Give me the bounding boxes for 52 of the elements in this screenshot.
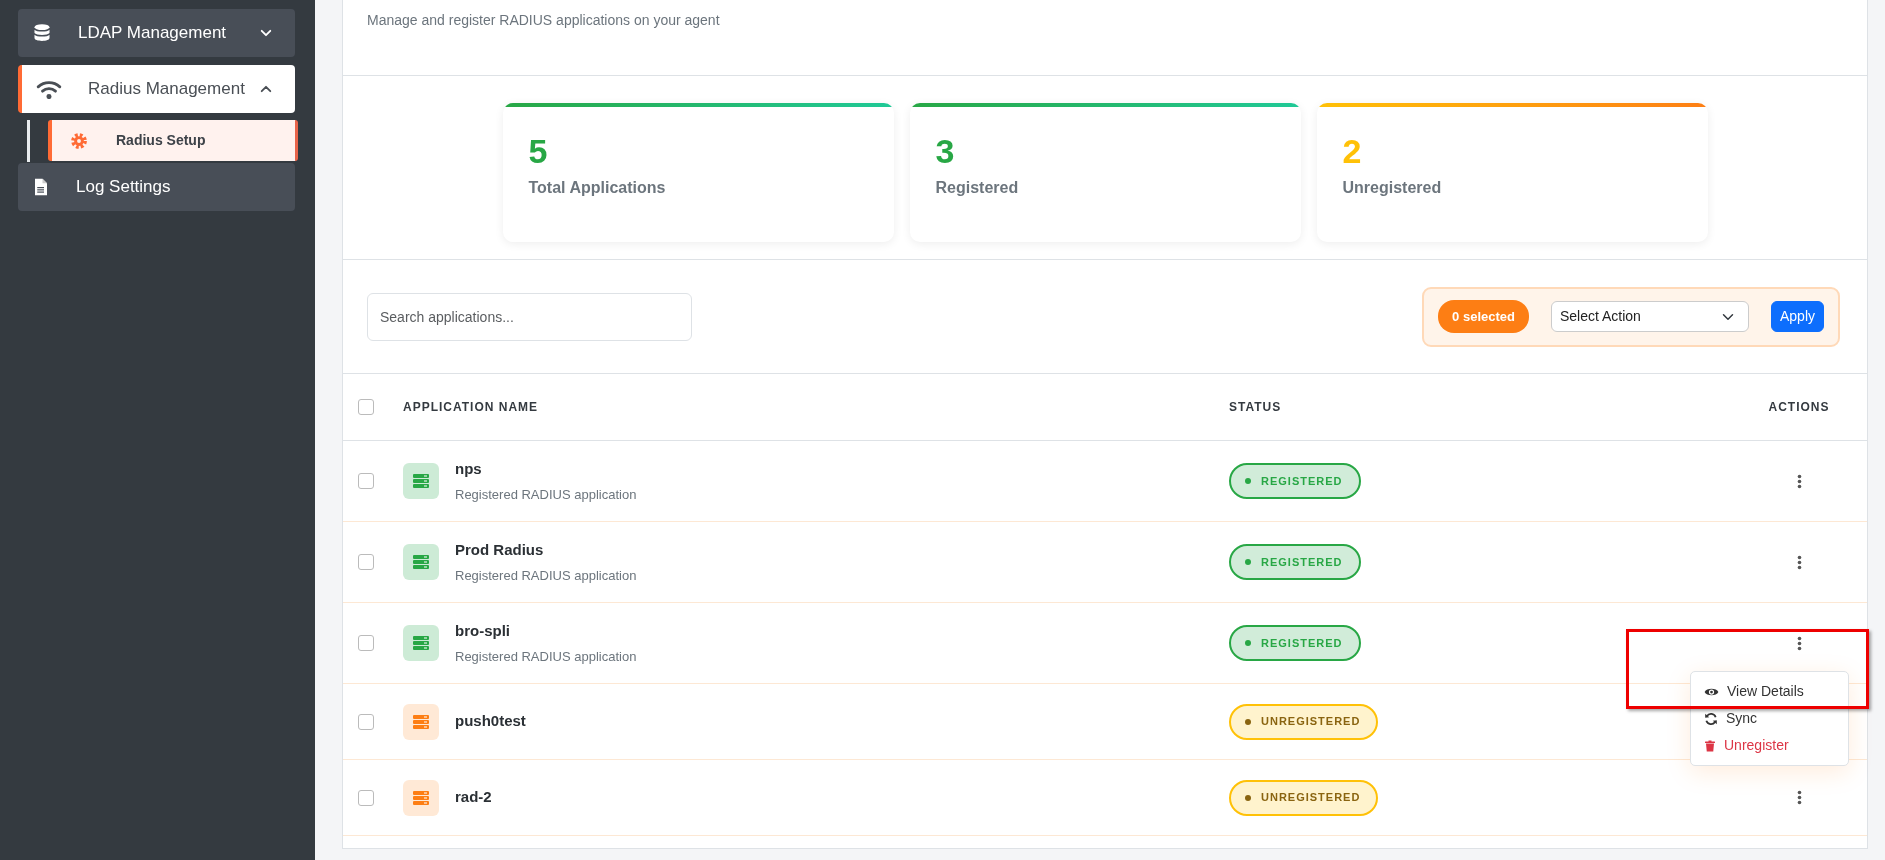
apply-button[interactable]: Apply (1770, 301, 1824, 332)
application-description: Registered RADIUS application (455, 486, 637, 504)
application-name: push0test (455, 711, 526, 732)
checkbox[interactable] (358, 713, 374, 730)
status-badge: UNREGISTERED (1229, 703, 1379, 740)
status-badge: REGISTERED (1229, 544, 1361, 580)
column-header: APPLICATION NAME (403, 399, 540, 416)
stat-value: 3 (935, 133, 956, 171)
kebab-icon (1796, 790, 1802, 805)
application-name: bro-spli (455, 620, 511, 641)
stat-label: Total Applications (528, 178, 667, 199)
menu-item[interactable]: View Details (1691, 678, 1848, 705)
kebab-icon (1796, 473, 1802, 489)
checkbox[interactable] (358, 473, 374, 489)
search-field[interactable]: Search applications... (367, 292, 692, 341)
column-header: ACTIONS (1768, 399, 1830, 416)
action-dropdown[interactable]: Select Action (1550, 301, 1749, 332)
wifi-icon (36, 79, 62, 99)
stat-value: 2 (1342, 133, 1363, 171)
kebab-icon (1796, 554, 1802, 570)
application-name: nps (455, 458, 483, 479)
column-header: STATUS (1229, 399, 1283, 416)
stat-label: Unregistered (1342, 178, 1443, 199)
chevron-down-icon (259, 28, 273, 38)
page-subtitle: Manage and register RADIUS applications on your agent (367, 11, 721, 30)
checkbox[interactable] (358, 789, 374, 806)
kebab-icon (1796, 635, 1802, 651)
stat-label: Registered (935, 178, 1020, 199)
checkbox[interactable] (358, 635, 374, 651)
document-icon (32, 176, 50, 198)
trash-icon (1704, 738, 1716, 753)
sidebar-item[interactable]: Log Settings (18, 163, 295, 211)
menu-item[interactable]: Sync (1691, 705, 1848, 732)
status-badge: REGISTERED (1229, 625, 1361, 661)
chevron-up-icon (259, 84, 273, 94)
checkbox[interactable] (358, 399, 374, 415)
sidebar-item[interactable]: LDAP Management (18, 9, 295, 57)
sync-icon (1704, 711, 1718, 726)
status-badge: UNREGISTERED (1229, 779, 1379, 816)
stat-value: 5 (528, 133, 549, 171)
checkbox[interactable] (358, 554, 374, 570)
sidebar-subitem[interactable]: Radius Setup (48, 120, 298, 161)
application-description: Registered RADIUS application (455, 648, 637, 666)
sidebar-item[interactable]: Radius Management (18, 65, 295, 113)
application-name: Prod Radius (455, 539, 545, 560)
selected-count-badge: 0 selected (1438, 299, 1529, 334)
menu-item[interactable]: Unregister (1691, 732, 1848, 759)
gear-icon (70, 131, 88, 150)
database-icon (32, 22, 52, 44)
application-description: Registered RADIUS application (455, 567, 637, 585)
application-name: rad-2 (455, 787, 492, 808)
status-badge: REGISTERED (1229, 463, 1361, 499)
